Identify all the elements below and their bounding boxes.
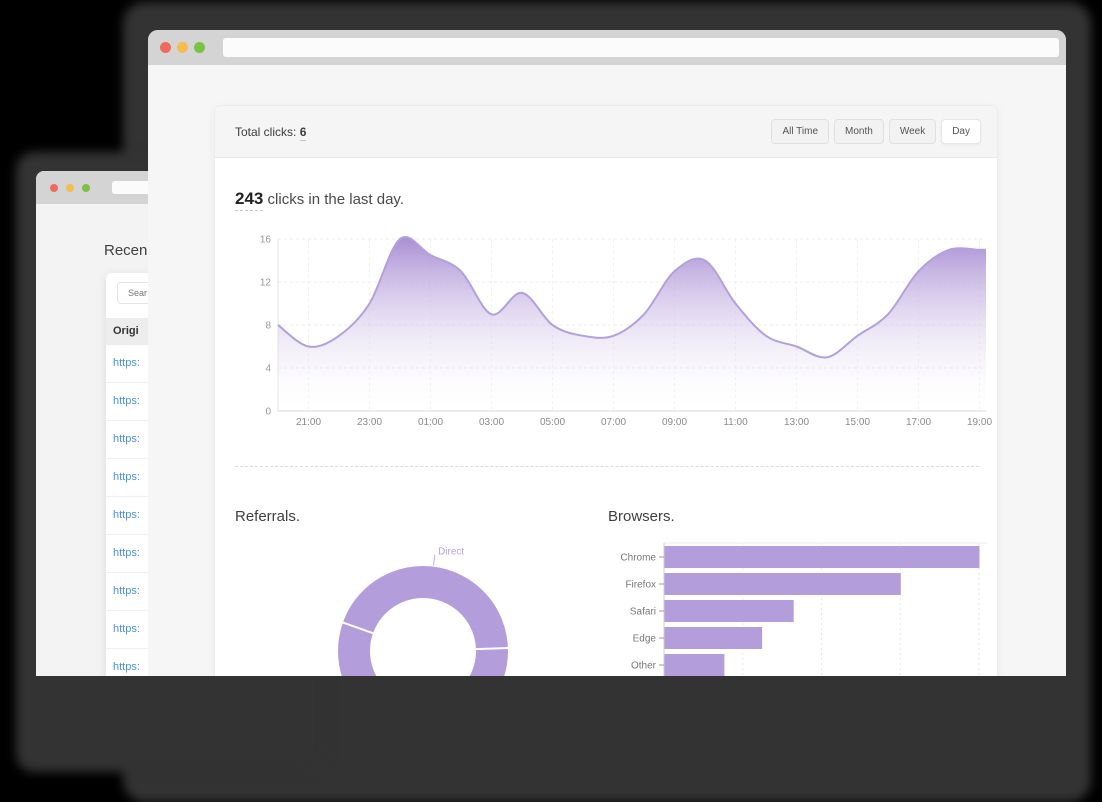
referrals-title: Referrals. (235, 508, 301, 525)
bar-firefox[interactable] (664, 573, 901, 595)
front-browser-window: Total clicks: 6 All Time Month Week Day 243… (148, 30, 1066, 676)
axis-label: 23:00 (357, 417, 382, 428)
category-label: Edge (633, 634, 657, 645)
donut-ring (338, 566, 508, 676)
axis-label: 4 (265, 364, 271, 375)
clicks-headline-text: clicks in the last day. (263, 191, 404, 208)
recent-links-heading: Recen (104, 242, 148, 259)
total-clicks-text: Total clicks: (235, 124, 297, 139)
time-range-button-group: All Time Month Week Day (771, 119, 981, 144)
axis-label: 16 (260, 235, 272, 246)
axis-label: 07:00 (601, 417, 626, 428)
axis-label: 01:00 (418, 417, 443, 428)
close-button-icon[interactable] (160, 42, 171, 53)
axis-label: 21:00 (296, 417, 321, 428)
analytics-card: Total clicks: 6 All Time Month Week Day 243… (214, 105, 998, 676)
slice-separator (474, 646, 509, 651)
minimize-button-icon[interactable] (177, 42, 188, 53)
area-fill (278, 237, 986, 411)
section-divider (235, 466, 979, 467)
category-label: Chrome (620, 553, 656, 564)
range-button-all-time[interactable]: All Time (771, 119, 830, 144)
axis-label: 8 (265, 321, 271, 332)
axis-label: 19:00 (967, 417, 992, 428)
axis-label: 09:00 (662, 417, 687, 428)
referrals-donut-chart[interactable]: Direct (235, 534, 595, 676)
maximize-button-icon[interactable] (194, 42, 205, 53)
axis-label: 17:00 (906, 417, 931, 428)
browsers-title: Browsers. (608, 508, 675, 525)
maximize-button-icon[interactable] (82, 183, 90, 192)
total-clicks-value: 6 (299, 124, 307, 141)
bar-edge[interactable] (664, 627, 763, 649)
axis-label: 11:00 (723, 417, 748, 428)
bar-safari[interactable] (664, 600, 794, 622)
axis-label: 0 (265, 407, 271, 418)
front-window-titlebar (148, 30, 1066, 65)
clicks-area-chart[interactable]: 21:00 23:00 01:00 03:00 05:00 07:00 09:00 11:00… (215, 226, 999, 438)
minimize-button-icon[interactable] (66, 183, 74, 192)
total-clicks-label: Total clicks: 6 (235, 124, 307, 141)
category-label: Firefox (625, 580, 656, 591)
axis-label: 13:00 (784, 417, 809, 428)
clicks-count: 243 (235, 189, 264, 211)
clicks-headline: 243 clicks in the last day. (235, 189, 404, 211)
close-button-icon[interactable] (50, 183, 58, 192)
range-button-day[interactable]: Day (941, 119, 981, 144)
category-label: Safari (630, 607, 656, 618)
stats-toolbar: Total clicks: 6 All Time Month Week Day (215, 106, 997, 158)
bar-chrome[interactable] (664, 546, 980, 568)
range-button-month[interactable]: Month (834, 119, 884, 144)
axis-label: 12 (260, 278, 272, 289)
slice-label-direct: Direct (438, 547, 464, 558)
axis-label: 15:00 (845, 417, 870, 428)
browsers-bar-chart[interactable]: Chrome Firefox Safari Edge Other (608, 534, 999, 676)
address-bar[interactable] (223, 38, 1059, 57)
axis-label: 03:00 (479, 417, 504, 428)
category-label: Other (631, 661, 657, 672)
range-button-week[interactable]: Week (888, 119, 937, 144)
bar-other[interactable] (664, 654, 725, 676)
axis-label: 05:00 (540, 417, 565, 428)
label-leader-line (432, 554, 436, 566)
